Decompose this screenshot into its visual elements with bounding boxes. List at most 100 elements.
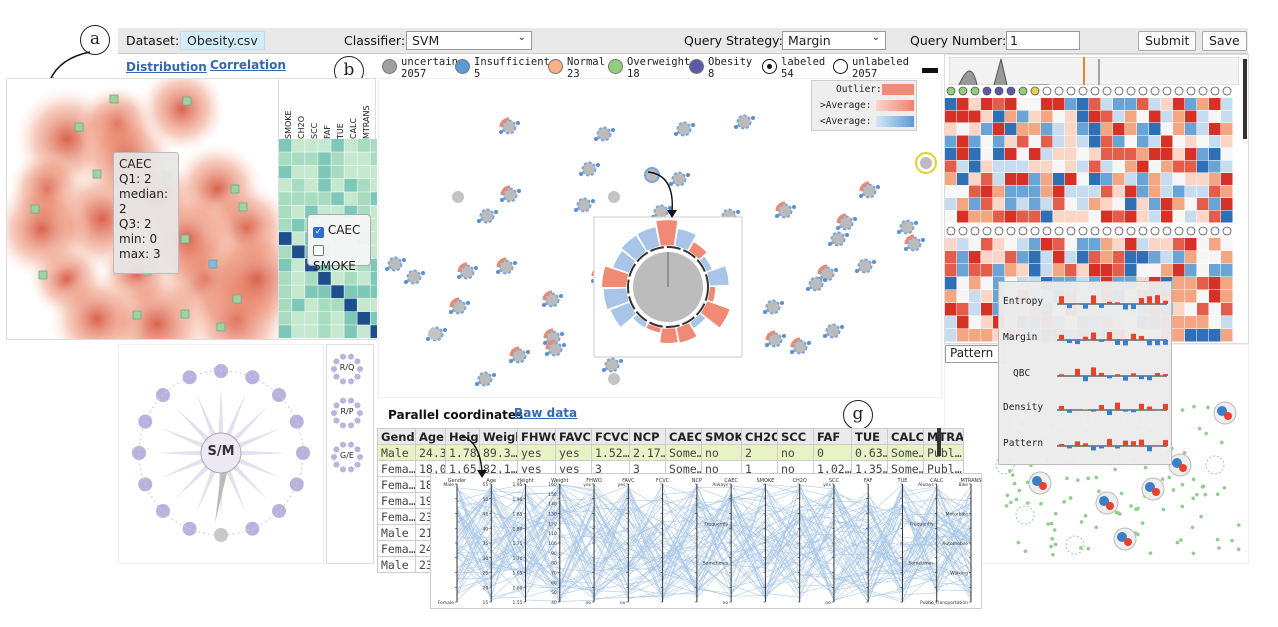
- heat-cell: [1125, 173, 1137, 185]
- heat-cell: [1041, 160, 1053, 173]
- submit-button[interactable]: Submit: [1138, 31, 1197, 51]
- score-bar: [1059, 405, 1064, 410]
- tab-raw-data[interactable]: Raw data: [514, 406, 577, 420]
- mini-ring-node: [354, 461, 361, 468]
- rp-button[interactable]: R/P: [330, 396, 364, 430]
- correlation-cell: [292, 245, 305, 259]
- data-glyph: [790, 337, 811, 355]
- glyph-core: [777, 203, 793, 219]
- column-header[interactable]: NCP: [629, 428, 666, 445]
- rq-button[interactable]: R/Q: [330, 352, 364, 386]
- score-bar: [1115, 340, 1120, 345]
- checkbox-caec[interactable]: ✓ CAEC: [313, 223, 360, 238]
- heat-cell: [1149, 185, 1161, 198]
- table-cell: Publ…: [923, 444, 964, 461]
- heat-cell: [1209, 148, 1221, 160]
- classifier-select[interactable]: SVM ⌄: [406, 31, 532, 50]
- heat-cell: [969, 135, 981, 148]
- heat-cell: [981, 185, 993, 198]
- correlation-cell: [357, 165, 370, 179]
- scrollbar[interactable]: [937, 428, 941, 456]
- glyph-tick: [475, 382, 479, 386]
- cluster-point: [1199, 514, 1203, 519]
- tab-correlation[interactable]: Correlation: [210, 58, 286, 72]
- scrollbar[interactable]: [1243, 59, 1247, 139]
- minimize-icon[interactable]: [922, 68, 938, 73]
- score-label-entropy: Entropy: [1003, 296, 1044, 307]
- score-bar: [1147, 446, 1152, 452]
- instance-dot: [1210, 86, 1220, 96]
- pattern-select[interactable]: Pattern: [945, 345, 1005, 363]
- score-bar: [1123, 304, 1128, 310]
- correlation-cell: [370, 272, 377, 285]
- tab-parallel-coordinates[interactable]: Parallel coordinates: [388, 408, 523, 422]
- heat-cell: [1125, 185, 1137, 198]
- sample-marker: [208, 259, 218, 269]
- mini-ring-node: [348, 397, 355, 404]
- column-header[interactable]: FAVC: [555, 428, 592, 445]
- instance-dot: [1090, 226, 1100, 236]
- column-header[interactable]: Age: [415, 428, 446, 445]
- heat-cell: [1053, 238, 1065, 251]
- heat-cell: [1053, 210, 1065, 223]
- pcp-axis-label: TUE: [897, 478, 908, 484]
- save-button[interactable]: Save: [1202, 31, 1247, 51]
- legend-outlier-label: Outlier:: [836, 84, 882, 95]
- glyph-tick: [517, 189, 521, 193]
- column-header[interactable]: MTRANS: [923, 428, 964, 445]
- heat-cell: [1221, 198, 1233, 210]
- column-header[interactable]: CAEC: [665, 428, 702, 445]
- classifier-ring-view[interactable]: S/M: [118, 344, 324, 564]
- data-glyph: [542, 290, 563, 308]
- cluster-glyph-part: [1152, 488, 1160, 496]
- heat-cell: [1125, 148, 1137, 160]
- pcp-tick-label: no: [585, 601, 591, 606]
- column-header[interactable]: FCVC: [591, 428, 630, 445]
- heat-cell: [1209, 173, 1221, 185]
- cluster-point: [1010, 473, 1015, 477]
- column-header[interactable]: CH2O: [741, 428, 778, 445]
- column-header[interactable]: SMOKE: [701, 428, 742, 445]
- correlation-cell: [292, 285, 305, 299]
- glyph-tick: [466, 301, 470, 305]
- query-strategy-select[interactable]: Margin ⌄: [782, 31, 886, 50]
- heat-cell: [1029, 264, 1041, 277]
- pcp-tick-label: Male: [443, 482, 454, 488]
- heat-cell: [1101, 210, 1113, 223]
- class-dot-icon: [833, 59, 848, 74]
- heat-cell: [993, 148, 1005, 160]
- cluster-point: [1079, 520, 1084, 524]
- column-header[interactable]: FHWO: [517, 428, 556, 445]
- heat-cell: [1053, 264, 1065, 277]
- pcp-tick-label: Walking: [950, 571, 968, 577]
- classifier-label: Classifier:: [344, 33, 406, 48]
- heat-cell: [1197, 135, 1209, 148]
- ring-node: [182, 370, 197, 385]
- ge-button[interactable]: G/E: [330, 440, 364, 474]
- instance-dot: [1198, 226, 1208, 236]
- correlation-cell: [357, 192, 370, 205]
- heat-cell: [1005, 148, 1017, 160]
- correlation-matrix[interactable]: SMOKE CH2O SCC FAF TUE CALC MTRANS: [278, 78, 377, 340]
- column-header[interactable]: CALC: [887, 428, 924, 445]
- heat-cell: [969, 277, 981, 290]
- data-glyph: [828, 231, 849, 247]
- correlation-column-label: SCC: [310, 122, 319, 139]
- tab-distribution[interactable]: Distribution: [126, 60, 207, 74]
- column-header[interactable]: SCC: [777, 428, 814, 445]
- column-header[interactable]: FAF: [813, 428, 852, 445]
- column-header[interactable]: TUE: [851, 428, 888, 445]
- parallel-coordinates-plot[interactable]: Gender Age Height Weight FHWO FAVC FCVC NCP CAEC…: [430, 473, 982, 609]
- pcp-tick-label: 150: [548, 492, 557, 498]
- heat-cell: [1065, 264, 1077, 277]
- query-number-input[interactable]: 1: [1006, 31, 1080, 50]
- cluster-point: [1230, 538, 1234, 543]
- checkbox-smoke[interactable]: SMOKE: [313, 245, 370, 273]
- center-glyph-label: S/M: [207, 444, 235, 459]
- heat-cell: [1185, 98, 1197, 110]
- heat-cell: [1185, 290, 1197, 303]
- score-bar: [1123, 376, 1128, 381]
- correlation-cell: [357, 272, 370, 285]
- dataset-value[interactable]: Obesity.csv: [180, 31, 265, 50]
- column-header[interactable]: Gender: [377, 428, 416, 445]
